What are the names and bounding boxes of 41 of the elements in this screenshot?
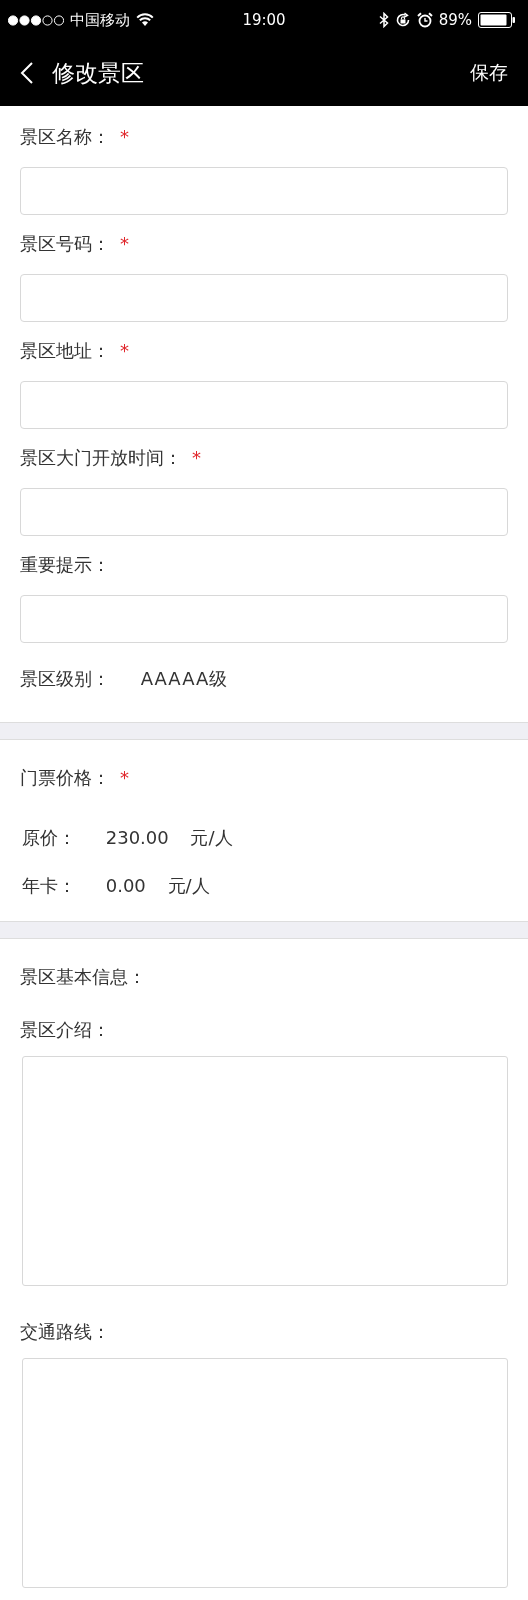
- carrier-name: 中国移动: [70, 10, 130, 30]
- wifi-icon: [136, 13, 154, 27]
- save-button[interactable]: 保存: [470, 60, 508, 86]
- field-label: 交通路线：: [20, 1320, 111, 1344]
- status-time: 19:00: [241, 11, 287, 29]
- field-label: 景区级别：: [20, 668, 110, 689]
- section-title: 景区基本信息：: [20, 965, 147, 989]
- bluetooth-icon: [378, 12, 389, 28]
- required-mark: *: [120, 339, 129, 363]
- required-mark: *: [120, 125, 129, 149]
- page-title: 修改景区: [52, 58, 145, 88]
- rotation-lock-icon: [394, 12, 411, 28]
- field-label: 门票价格：: [20, 766, 110, 790]
- level-value: AAAAA级: [140, 668, 229, 689]
- input-field[interactable]: [20, 274, 508, 322]
- price-unit: 元/人: [167, 875, 210, 896]
- price-amount: 0.00: [105, 875, 146, 896]
- input-field[interactable]: [20, 167, 508, 215]
- field-label: 景区地址：: [20, 339, 110, 363]
- battery-icon: [478, 12, 516, 28]
- field-label: 重要提示：: [20, 553, 110, 577]
- price-label: 原价：: [22, 827, 76, 848]
- alarm-icon: [416, 12, 433, 28]
- signal-icon: [8, 14, 64, 26]
- input-field[interactable]: [20, 595, 508, 643]
- price-label: 年卡：: [22, 875, 76, 896]
- field-label: 景区号码：: [20, 232, 110, 256]
- battery-percent: 89%: [438, 11, 472, 29]
- required-mark: *: [120, 766, 129, 790]
- required-mark: *: [120, 232, 129, 256]
- back-icon[interactable]: [20, 61, 34, 85]
- required-mark: *: [192, 446, 201, 470]
- price-amount: 230.00: [105, 827, 169, 848]
- price-unit: 元/人: [190, 827, 233, 848]
- input-field[interactable]: [20, 381, 508, 429]
- field-label: 景区大门开放时间：: [20, 446, 182, 470]
- text-area[interactable]: [22, 1358, 508, 1588]
- text-area[interactable]: [22, 1056, 508, 1286]
- field-label: 景区名称：: [20, 125, 110, 149]
- field-label: 景区介绍：: [20, 1018, 111, 1042]
- input-field[interactable]: [20, 488, 508, 536]
